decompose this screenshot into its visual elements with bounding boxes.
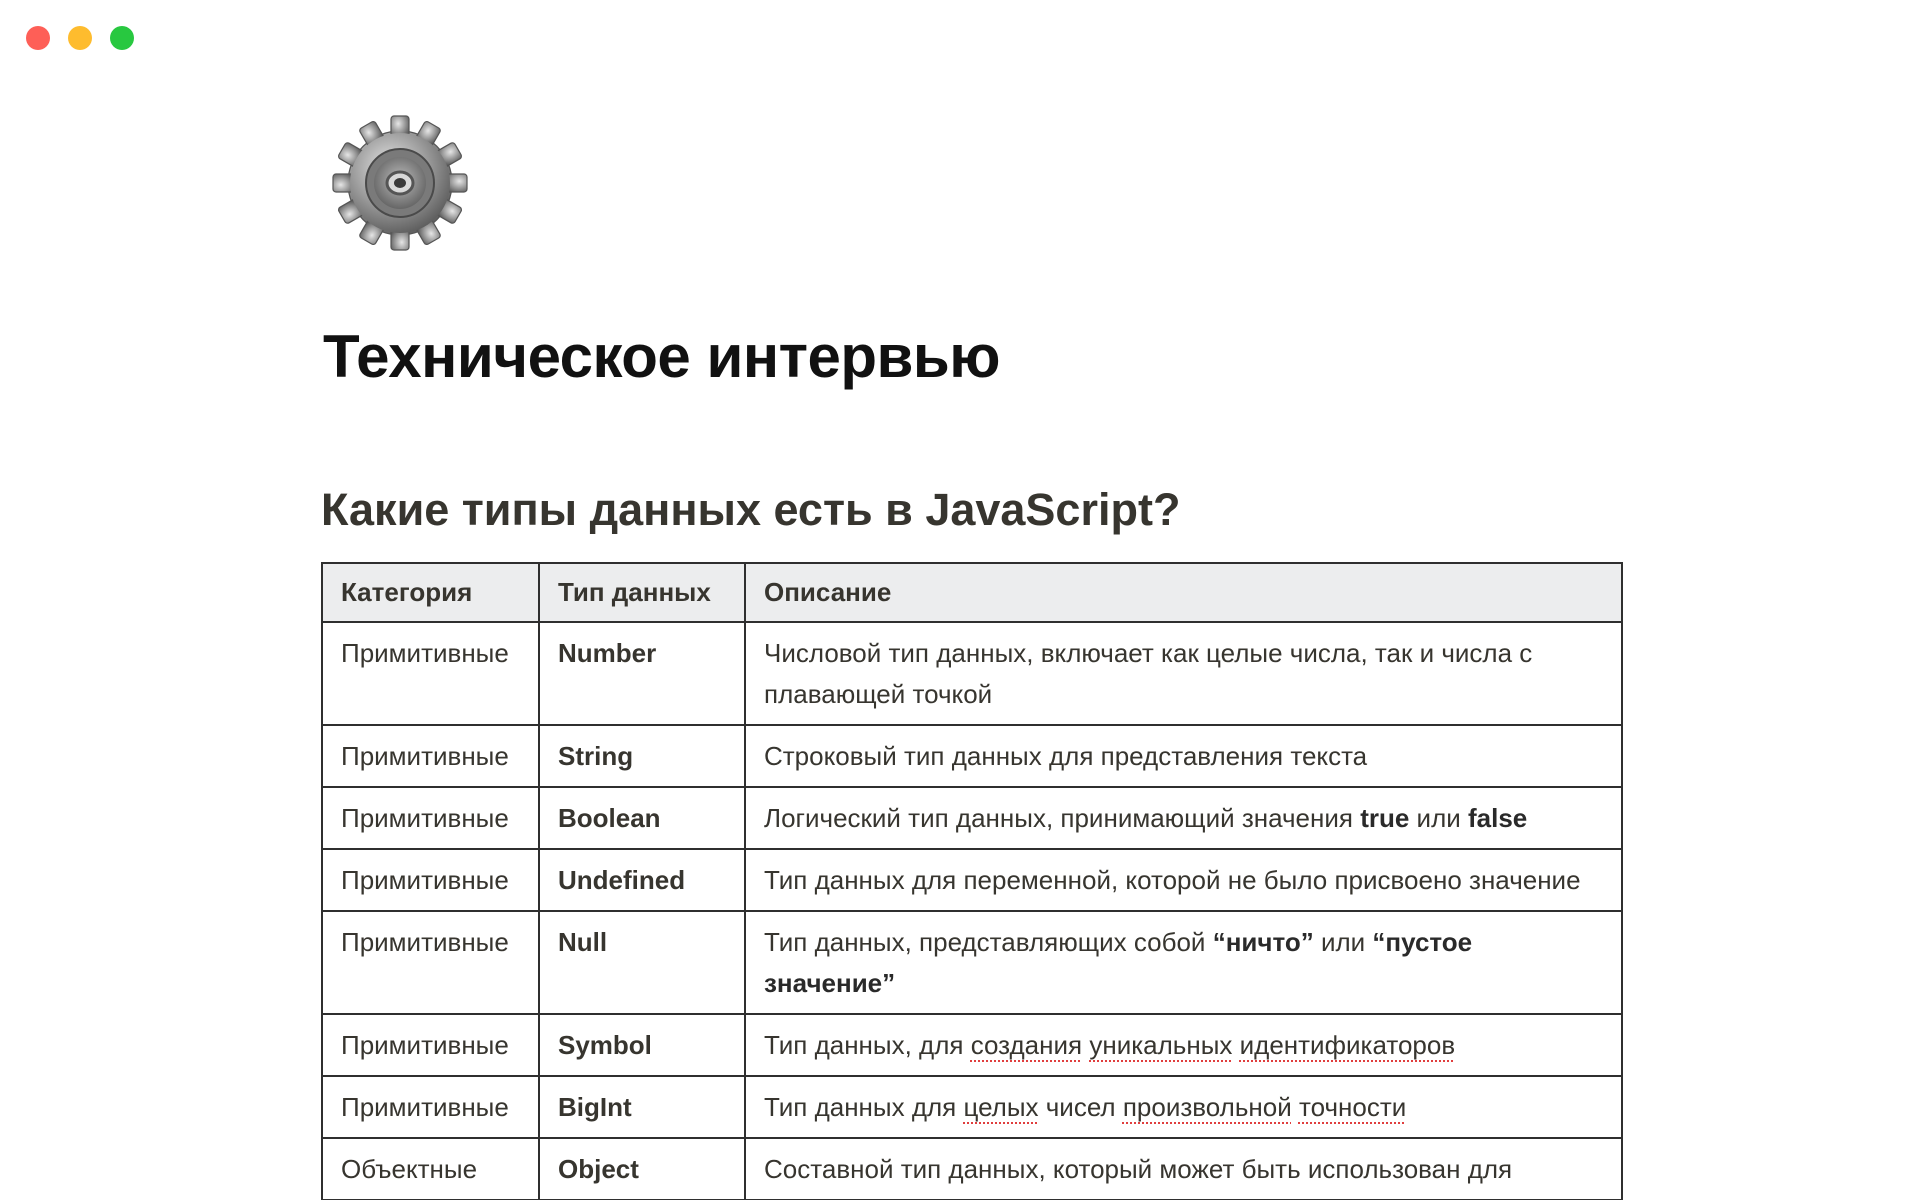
category-cell[interactable]: Примитивные bbox=[321, 1075, 540, 1139]
description-text: Числовой тип данных, включает как целые … bbox=[764, 638, 1533, 709]
column-header-category[interactable]: Категория bbox=[321, 562, 540, 623]
spellcheck-word: уникальных bbox=[1089, 1030, 1233, 1060]
table-row: Примитивные String Строковый тип данных … bbox=[321, 724, 1623, 788]
description-text: Тип данных, для bbox=[764, 1030, 971, 1060]
table-row: Примитивные BigInt Тип данных для целых … bbox=[321, 1075, 1623, 1139]
table-row: Примитивные Undefined Тип данных для пер… bbox=[321, 848, 1623, 912]
description-text: Тип данных для переменной, которой не бы… bbox=[764, 865, 1581, 895]
spellcheck-word: произвольной bbox=[1122, 1092, 1292, 1122]
category-cell[interactable]: Примитивные bbox=[321, 848, 540, 912]
description-text: чисел bbox=[1038, 1092, 1123, 1122]
table-row: Примитивные Symbol Тип данных, для созда… bbox=[321, 1013, 1623, 1077]
type-cell[interactable]: Boolean bbox=[538, 786, 746, 850]
close-window-button[interactable] bbox=[26, 26, 50, 50]
description-text bbox=[1232, 1030, 1239, 1060]
description-cell[interactable]: Составной тип данных, который может быть… bbox=[744, 1137, 1623, 1200]
column-header-description[interactable]: Описание bbox=[744, 562, 1623, 623]
description-text: Строковый тип данных для представления т… bbox=[764, 741, 1368, 771]
description-text: Тип данных, представляющих собой bbox=[764, 927, 1213, 957]
bold-keyword-true: true bbox=[1360, 803, 1410, 833]
maximize-window-button[interactable] bbox=[110, 26, 134, 50]
table-row: Примитивные Null Тип данных, представляю… bbox=[321, 910, 1623, 1015]
minimize-window-button[interactable] bbox=[68, 26, 92, 50]
app-window: Техническое интервью Какие типы данных е… bbox=[0, 0, 1920, 1200]
description-text: или bbox=[1409, 803, 1468, 833]
type-cell[interactable]: String bbox=[538, 724, 746, 788]
description-cell[interactable]: Строковый тип данных для представления т… bbox=[744, 724, 1623, 788]
column-header-type[interactable]: Тип данных bbox=[538, 562, 746, 623]
table-row: Примитивные Number Числовой тип данных, … bbox=[321, 621, 1623, 726]
bold-keyword-false: false bbox=[1468, 803, 1528, 833]
section-heading: Какие типы данных есть в JavaScript? bbox=[321, 484, 1181, 535]
description-cell[interactable]: Логический тип данных, принимающий значе… bbox=[744, 786, 1623, 850]
category-cell[interactable]: Примитивные bbox=[321, 910, 540, 1015]
type-cell[interactable]: Null bbox=[538, 910, 746, 1015]
type-cell[interactable]: Number bbox=[538, 621, 746, 726]
type-cell[interactable]: Object bbox=[538, 1137, 746, 1200]
category-cell[interactable]: Примитивные bbox=[321, 786, 540, 850]
description-cell[interactable]: Тип данных, представляющих собой “ничто”… bbox=[744, 910, 1623, 1015]
description-cell[interactable]: Тип данных, для создания уникальных иден… bbox=[744, 1013, 1623, 1077]
description-text: Тип данных для bbox=[764, 1092, 964, 1122]
table-header-row: Категория Тип данных Описание bbox=[321, 562, 1623, 623]
description-text bbox=[1292, 1092, 1299, 1122]
spellcheck-word: создания bbox=[970, 1030, 1083, 1060]
description-text: Составной тип данных, который может быть… bbox=[764, 1154, 1513, 1184]
type-cell[interactable]: Symbol bbox=[538, 1013, 746, 1077]
spellcheck-word: целых bbox=[963, 1092, 1039, 1122]
description-text: Логический тип данных, принимающий значе… bbox=[764, 803, 1361, 833]
window-controls bbox=[26, 26, 134, 50]
bold-quote-nothing: “ничто” bbox=[1212, 927, 1314, 957]
category-cell[interactable]: Примитивные bbox=[321, 1013, 540, 1077]
description-cell[interactable]: Числовой тип данных, включает как целые … bbox=[744, 621, 1623, 726]
description-cell[interactable]: Тип данных для переменной, которой не бы… bbox=[744, 848, 1623, 912]
description-cell[interactable]: Тип данных для целых чисел произвольной … bbox=[744, 1075, 1623, 1139]
spellcheck-word: идентификаторов bbox=[1239, 1030, 1456, 1060]
category-cell[interactable]: Объектные bbox=[321, 1137, 540, 1200]
category-cell[interactable]: Примитивные bbox=[321, 621, 540, 726]
table-row: Объектные Object Составной тип данных, к… bbox=[321, 1137, 1623, 1200]
page-title: Техническое интервью bbox=[323, 323, 1000, 390]
type-cell[interactable]: Undefined bbox=[538, 848, 746, 912]
category-cell[interactable]: Примитивные bbox=[321, 724, 540, 788]
data-types-table: Категория Тип данных Описание Примитивны… bbox=[321, 562, 1623, 1200]
table-row: Примитивные Boolean Логический тип данны… bbox=[321, 786, 1623, 850]
type-cell[interactable]: BigInt bbox=[538, 1075, 746, 1139]
description-text: или bbox=[1313, 927, 1373, 957]
spellcheck-word: точности bbox=[1298, 1092, 1407, 1122]
gear-icon[interactable] bbox=[329, 112, 471, 254]
